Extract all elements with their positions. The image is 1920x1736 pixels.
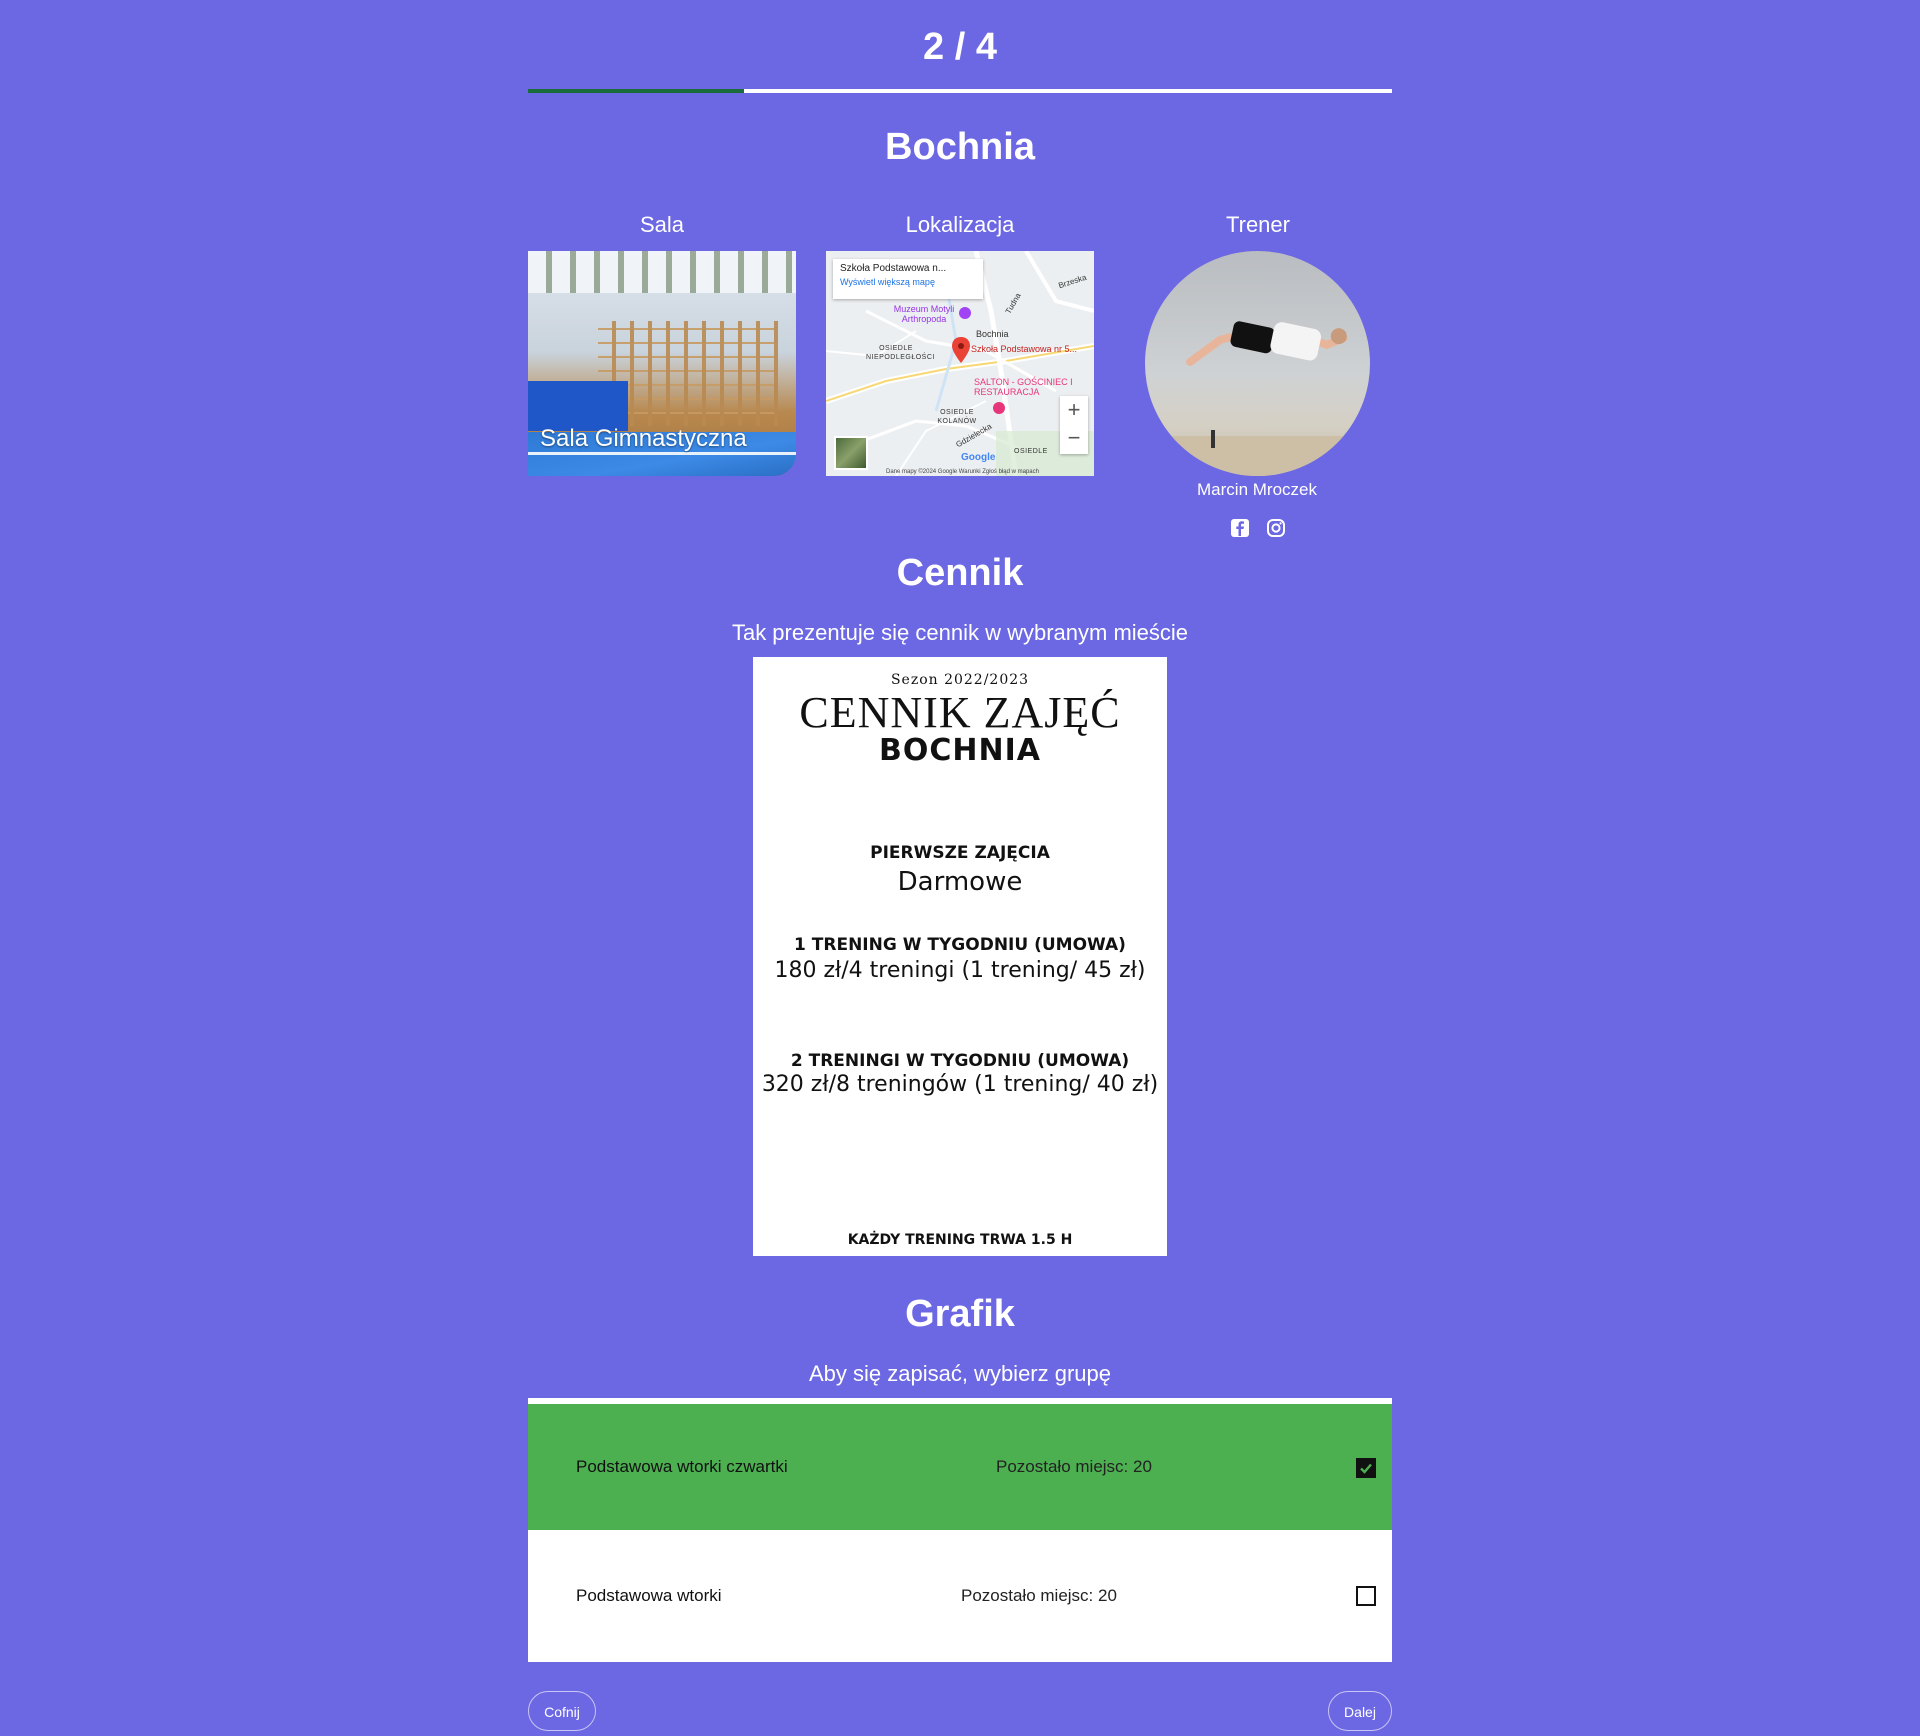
price-season: Sezon 2022/2023 xyxy=(890,672,1030,688)
group-row[interactable]: Podstawowa wtorki Pozostało miejsc: 20 xyxy=(528,1530,1392,1662)
map-zoom-control: + − xyxy=(1060,396,1088,454)
price-city: BOCHNIA xyxy=(879,733,1041,768)
schedule-subtitle: Aby się zapisać, wybierz grupę xyxy=(808,1361,1112,1386)
schedule-title: Grafik xyxy=(905,1293,1015,1335)
step-indicator: 2 / 4 xyxy=(923,26,997,68)
map-label-estate-2: OSIEDLE KOLANÓW xyxy=(937,409,977,425)
coach-name: Marcin Mroczek xyxy=(1197,480,1317,499)
price-plan2-value: 320 zł/8 treningów (1 trening/ 40 zł) xyxy=(761,1072,1159,1097)
group-places: Pozostało miejsc: 20 xyxy=(996,1457,1152,1476)
coach-figure xyxy=(1186,321,1348,366)
price-first-label: PIERWSZE ZAJĘCIA xyxy=(870,843,1050,863)
map-label-school: Szkoła Podstawowa nr 5... xyxy=(971,344,1078,354)
pricing-subtitle: Tak prezentuje się cennik w wybranym mie… xyxy=(731,620,1189,645)
coach-photo xyxy=(1145,251,1370,476)
zoom-out-button[interactable]: − xyxy=(1060,424,1088,452)
group-places: Pozostało miejsc: 20 xyxy=(961,1586,1117,1605)
price-list-image: Sezon 2022/2023 CENNIK ZAJĘĆ BOCHNIA PIE… xyxy=(753,657,1167,1256)
map-label-restaurant: SALTON - GOŚCINIEC I RESTAURACJA xyxy=(974,377,1073,397)
restaurant-icon xyxy=(993,402,1005,414)
coach-label: Trener xyxy=(1226,212,1290,237)
hall-caption: Sala Gimnastyczna xyxy=(540,425,747,452)
google-logo: Google xyxy=(961,452,996,463)
price-heading: CENNIK ZAJĘĆ xyxy=(799,688,1121,737)
coach-photo-ground xyxy=(1145,436,1370,476)
map-label-estate-1: OSIEDLE NIEPODLEGŁOŚCI xyxy=(866,345,935,361)
satellite-toggle[interactable] xyxy=(834,436,868,470)
location-map[interactable]: Szkoła Podstawowa n... Wyświetl większą … xyxy=(826,251,1094,476)
group-name: Podstawowa wtorki czwartki xyxy=(576,1457,788,1476)
signup-wizard-page: 2 / 4 Bochnia Sala Lokalizacja Trener Sa… xyxy=(0,0,1920,1736)
map-card-link[interactable]: Wyświetl większą mapę xyxy=(840,277,976,287)
pricing-title: Cennik xyxy=(896,552,1024,594)
price-plan2-label: 2 TRENINGI W TYGODNIU (UMOWA) xyxy=(790,1051,1130,1071)
hall-windows xyxy=(528,251,796,293)
back-button[interactable]: Cofnij xyxy=(528,1691,596,1731)
lighthouse xyxy=(1211,430,1215,448)
museum-icon xyxy=(959,307,971,319)
group-checkbox[interactable] xyxy=(1356,1586,1376,1606)
city-title: Bochnia xyxy=(885,126,1035,168)
map-footer: Dane mapy ©2024 Google Warunki Zgłoś błą… xyxy=(886,469,1039,475)
zoom-in-button[interactable]: + xyxy=(1060,396,1088,424)
price-plan1-label: 1 TRENING W TYGODNIU (UMOWA) xyxy=(794,935,1126,955)
map-card-title: Szkoła Podstawowa n... xyxy=(840,263,947,274)
group-name: Podstawowa wtorki xyxy=(576,1586,722,1605)
progress-bar xyxy=(528,89,1392,93)
map-label-museum: Muzeum Motyli Arthropoda xyxy=(893,304,955,324)
map-label-city: Bochnia xyxy=(976,329,1009,339)
instagram-icon[interactable] xyxy=(1266,518,1286,538)
map-label: Lokalizacja xyxy=(905,212,1015,237)
price-plan1-value: 180 zł/4 treningi (1 trening/ 45 zł) xyxy=(774,958,1146,983)
next-button[interactable]: Dalej xyxy=(1328,1691,1392,1731)
progress-bar-fill xyxy=(528,89,744,93)
facebook-icon[interactable] xyxy=(1230,518,1250,538)
price-footer: KAŻDY TRENING TRWA 1.5 H xyxy=(847,1232,1073,1248)
group-checkbox[interactable] xyxy=(1356,1458,1376,1478)
group-row[interactable]: Podstawowa wtorki czwartki Pozostało mie… xyxy=(528,1404,1392,1530)
map-pin-icon[interactable] xyxy=(952,337,970,363)
map-label-estate-3: OSIEDLE xyxy=(1014,448,1048,455)
hall-label: Sala xyxy=(639,212,685,237)
map-info-card[interactable]: Szkoła Podstawowa n... Wyświetl większą … xyxy=(833,259,983,299)
blue-mat xyxy=(528,381,628,431)
hall-photo[interactable]: Sala Gimnastyczna xyxy=(528,251,796,476)
price-first-value: Darmowe xyxy=(897,867,1023,897)
checkmark-icon xyxy=(1360,1463,1372,1474)
